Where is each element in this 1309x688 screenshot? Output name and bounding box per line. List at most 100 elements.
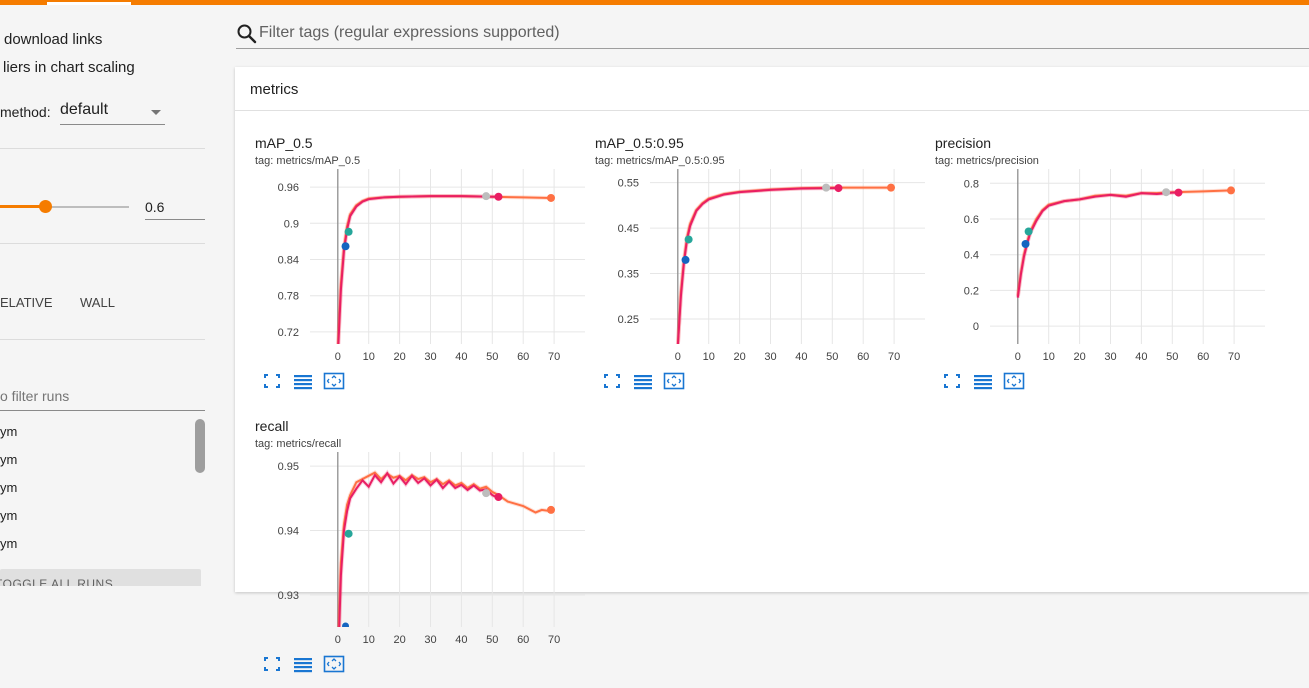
run-list-item[interactable]: ym [0, 508, 17, 523]
sorting-method-select[interactable]: default [60, 101, 165, 125]
chart-card: recall tag: metrics/recall 0 10 20 30 40 50 60 70… [255, 418, 585, 688]
fit-to-screen-icon[interactable] [260, 370, 284, 392]
chart-card: mAP_0.5:0.95 tag: metrics/mAP_0.5:0.95 0 10… [595, 135, 925, 405]
series-marker [482, 489, 491, 498]
x-tick-label: 70 [888, 351, 900, 363]
series-marker [1174, 188, 1183, 197]
chart-title: precision [935, 135, 992, 151]
series-marker [887, 183, 896, 192]
x-tick-label: 50 [486, 351, 498, 363]
x-tick-label: 40 [455, 351, 467, 363]
run-list-item[interactable]: ym [0, 424, 17, 439]
chart-title: mAP_0.5 [255, 135, 313, 151]
chart-tag: tag: metrics/recall [255, 438, 342, 450]
ignore-outliers-option[interactable]: liers in chart scaling [3, 59, 135, 76]
toggle-all-runs-button[interactable]: TOGGLE ALL RUNS [0, 569, 201, 586]
chart-card: mAP_0.5 tag: metrics/mAP_0.5 0 10 20 30 40 50 60… [255, 135, 585, 405]
series-marker [547, 505, 556, 514]
fit-to-screen-icon[interactable] [940, 370, 964, 392]
run-list-item[interactable]: ym [0, 452, 17, 467]
line-chart: 0 10 20 30 40 50 60 70 0.25 0.35 0.45 0.55 [618, 169, 925, 363]
run-list-item[interactable]: ym [0, 536, 17, 551]
run-list-item[interactable]: ym [0, 480, 17, 495]
series-marker [494, 192, 503, 201]
x-tick-label: 0 [1015, 351, 1021, 363]
series-line [337, 195, 552, 344]
chart-card: precision tag: metrics/precision 0 10 20 30 40… [935, 135, 1265, 405]
divider [0, 339, 205, 340]
series-marker [482, 192, 491, 201]
series-line [676, 187, 839, 344]
x-tick-label: 50 [1166, 351, 1178, 363]
series-line [676, 186, 892, 344]
x-tick-label: 70 [548, 351, 560, 363]
series-line-raw [337, 469, 500, 627]
xaxis-relative-option[interactable]: ELATIVE [0, 295, 53, 310]
series-marker [1227, 186, 1236, 195]
series-marker [342, 622, 350, 627]
section-header[interactable]: metrics [235, 67, 1309, 111]
x-tick-label: 40 [1135, 351, 1147, 363]
y-tick-label: 0.84 [278, 255, 299, 267]
run-filter-input[interactable]: o filter runs [0, 385, 205, 411]
series-marker [1021, 240, 1030, 248]
x-tick-label: 20 [393, 634, 405, 646]
xaxis-wall-option[interactable]: WALL [80, 295, 115, 310]
run-list-scrollbar[interactable] [195, 419, 205, 473]
sidebar: download links liers in chart scaling me… [0, 5, 222, 586]
x-tick-label: 40 [455, 634, 467, 646]
expand-icon[interactable] [322, 370, 346, 392]
series-line [337, 471, 552, 627]
y-tick-label: 0.9 [284, 218, 299, 230]
toggle-log-scale-icon[interactable] [291, 370, 315, 392]
main-content: metrics mAP_0.5 tag: metrics/mAP_0.5 0 10 20… [222, 5, 1309, 673]
toggle-log-scale-icon[interactable] [631, 370, 655, 392]
series-line-raw [675, 185, 892, 344]
x-tick-label: 20 [733, 351, 745, 363]
expand-icon[interactable] [662, 370, 686, 392]
series-marker [344, 529, 353, 538]
y-tick-label: 0.45 [618, 223, 639, 235]
chevron-down-icon [151, 110, 161, 115]
x-tick-label: 20 [393, 351, 405, 363]
y-tick-label: 0.4 [964, 250, 979, 262]
expand-icon[interactable] [322, 653, 346, 675]
line-chart: 0 10 20 30 40 50 60 70 0 0.2 0.4 0.6 0.8 [964, 169, 1265, 363]
x-tick-label: 60 [1197, 351, 1209, 363]
x-tick-label: 60 [517, 351, 529, 363]
fit-to-screen-icon[interactable] [260, 653, 284, 675]
run-filter-placeholder: o filter runs [0, 388, 70, 404]
x-tick-label: 10 [363, 351, 375, 363]
metrics-section-card: metrics mAP_0.5 tag: metrics/mAP_0.5 0 10 20… [235, 67, 1309, 673]
toggle-log-scale-icon[interactable] [971, 370, 995, 392]
smoothing-value-input[interactable] [145, 195, 205, 220]
x-tick-label: 30 [424, 634, 436, 646]
x-tick-label: 20 [1073, 351, 1085, 363]
x-tick-label: 30 [764, 351, 776, 363]
series-line-raw [336, 470, 552, 627]
series-marker [494, 493, 503, 502]
x-tick-label: 10 [363, 634, 375, 646]
x-tick-label: 50 [826, 351, 838, 363]
y-tick-label: 0.95 [278, 461, 299, 473]
series-line-raw [675, 186, 839, 344]
series-marker [344, 227, 353, 236]
tag-filter-input[interactable] [258, 19, 1158, 47]
show-download-links-option[interactable]: download links [4, 31, 102, 48]
divider [0, 148, 205, 149]
series-marker [547, 193, 556, 202]
y-tick-label: 0.55 [618, 178, 639, 190]
y-tick-label: 0.96 [278, 182, 299, 194]
y-tick-label: 0.72 [278, 327, 299, 339]
fit-to-screen-icon[interactable] [600, 370, 624, 392]
chart-title: mAP_0.5:0.95 [595, 135, 684, 151]
toggle-log-scale-icon[interactable] [291, 653, 315, 675]
sorting-method-value: default [60, 101, 109, 118]
series-marker [684, 235, 693, 244]
series-marker [1024, 227, 1033, 236]
expand-icon[interactable] [1002, 370, 1026, 392]
y-tick-label: 0.78 [278, 291, 299, 303]
divider [0, 243, 205, 244]
line-chart: 0 10 20 30 40 50 60 70 0.72 0.78 0.84 0.9 0.96 [278, 169, 585, 363]
smoothing-slider-thumb[interactable] [39, 200, 52, 213]
